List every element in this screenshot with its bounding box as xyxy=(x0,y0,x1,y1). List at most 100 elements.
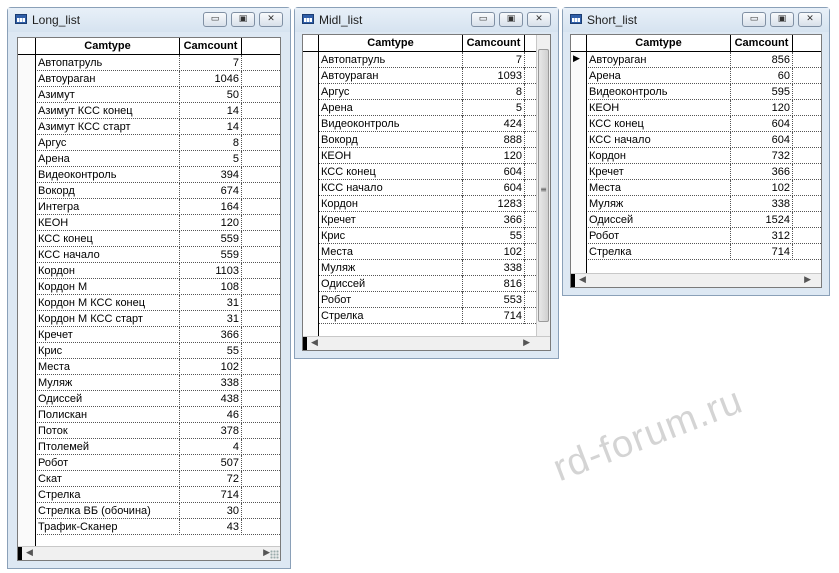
maximize-button[interactable]: ▣ xyxy=(770,12,794,27)
cell-camcount[interactable]: 55 xyxy=(463,228,525,244)
table-row[interactable]: КСС конец 604 xyxy=(303,164,550,180)
row-indicator[interactable] xyxy=(18,311,36,327)
cell-camcount[interactable]: 102 xyxy=(180,359,242,375)
row-indicator[interactable] xyxy=(571,132,587,148)
cell-camtype[interactable]: Места xyxy=(319,244,463,260)
cell-camcount[interactable]: 1524 xyxy=(731,212,793,228)
cell-camtype[interactable]: Стрелка xyxy=(587,244,731,260)
table-row[interactable]: КЕОН 120 xyxy=(303,148,550,164)
row-indicator[interactable] xyxy=(571,212,587,228)
table-row[interactable]: Места 102 xyxy=(18,359,280,375)
maximize-button[interactable]: ▣ xyxy=(231,12,255,27)
cell-camcount[interactable]: 60 xyxy=(731,68,793,84)
cell-camcount[interactable]: 1046 xyxy=(180,71,242,87)
table-row[interactable]: Аргус 8 xyxy=(303,84,550,100)
cell-camcount[interactable]: 366 xyxy=(463,212,525,228)
table-row[interactable]: Скат 72 xyxy=(18,471,280,487)
cell-camtype[interactable]: КСС начало xyxy=(36,247,180,263)
column-header-camcount[interactable]: Camcount xyxy=(731,35,793,51)
cell-camcount[interactable]: 55 xyxy=(180,343,242,359)
table-row[interactable]: Арена 5 xyxy=(18,151,280,167)
cell-camcount[interactable]: 8 xyxy=(180,135,242,151)
cell-camtype[interactable]: Одиссей xyxy=(587,212,731,228)
row-indicator[interactable] xyxy=(303,148,319,164)
row-indicator[interactable] xyxy=(303,276,319,292)
cell-camtype[interactable]: Робот xyxy=(36,455,180,471)
data-grid[interactable]: Camtype Camcount Автопатруль 7 Автоураган 1… xyxy=(17,37,281,561)
row-indicator[interactable] xyxy=(303,164,319,180)
table-row[interactable]: Кречет 366 xyxy=(303,212,550,228)
table-row[interactable]: Трафик-Сканер 43 xyxy=(18,519,280,535)
cell-camtype[interactable]: Муляж xyxy=(319,260,463,276)
table-row[interactable]: Кречет 366 xyxy=(571,164,821,180)
cell-camtype[interactable]: Муляж xyxy=(587,196,731,212)
cell-camcount[interactable]: 7 xyxy=(463,52,525,68)
row-indicator[interactable] xyxy=(303,52,319,68)
cell-camtype[interactable]: Стрелка ВБ (обочина) xyxy=(36,503,180,519)
table-row[interactable]: Видеоконтроль 424 xyxy=(303,116,550,132)
data-grid[interactable]: Camtype Camcount Автопатруль 7 Автоураган 1… xyxy=(302,34,551,351)
cell-camtype[interactable]: Кречет xyxy=(587,164,731,180)
table-row[interactable]: Поток 378 xyxy=(18,423,280,439)
cell-camtype[interactable]: Кордон xyxy=(587,148,731,164)
cell-camtype[interactable]: Кордон М xyxy=(36,279,180,295)
table-row[interactable]: Видеоконтроль 595 xyxy=(571,84,821,100)
cell-camcount[interactable]: 438 xyxy=(180,391,242,407)
cell-camcount[interactable]: 366 xyxy=(180,327,242,343)
row-indicator[interactable] xyxy=(18,327,36,343)
cell-camcount[interactable]: 559 xyxy=(180,247,242,263)
table-row[interactable]: Кордон М КСС старт 31 xyxy=(18,311,280,327)
cell-camcount[interactable]: 120 xyxy=(731,100,793,116)
cell-camtype[interactable]: Муляж xyxy=(36,375,180,391)
row-indicator[interactable] xyxy=(18,439,36,455)
cell-camtype[interactable]: Арена xyxy=(587,68,731,84)
close-button[interactable]: ✕ xyxy=(798,12,822,27)
table-row[interactable]: Муляж 338 xyxy=(18,375,280,391)
maximize-button[interactable]: ▣ xyxy=(499,12,523,27)
table-row[interactable]: КСС начало 604 xyxy=(303,180,550,196)
table-row[interactable]: КЕОН 120 xyxy=(571,100,821,116)
row-indicator[interactable] xyxy=(18,231,36,247)
window-short-list[interactable]: Short_list ▭ ▣ ✕ Camtype Camcount Автоур… xyxy=(562,7,830,296)
cell-camcount[interactable]: 30 xyxy=(180,503,242,519)
cell-camtype[interactable]: Арена xyxy=(36,151,180,167)
cell-camtype[interactable]: Аргус xyxy=(36,135,180,151)
cell-camcount[interactable]: 102 xyxy=(731,180,793,196)
cell-camtype[interactable]: Крис xyxy=(36,343,180,359)
row-indicator[interactable] xyxy=(303,228,319,244)
row-indicator[interactable] xyxy=(303,212,319,228)
cell-camtype[interactable]: Птолемей xyxy=(36,439,180,455)
table-row[interactable]: Автопатруль 7 xyxy=(18,55,280,71)
cell-camcount[interactable]: 120 xyxy=(180,215,242,231)
row-indicator[interactable] xyxy=(18,359,36,375)
cell-camtype[interactable]: КСС конец xyxy=(587,116,731,132)
row-pointer-icon[interactable] xyxy=(571,52,587,68)
table-row[interactable]: Птолемей 4 xyxy=(18,439,280,455)
row-indicator[interactable] xyxy=(18,455,36,471)
cell-camcount[interactable]: 366 xyxy=(731,164,793,180)
row-indicator[interactable] xyxy=(18,87,36,103)
cell-camcount[interactable]: 1283 xyxy=(463,196,525,212)
cell-camcount[interactable]: 378 xyxy=(180,423,242,439)
table-row[interactable]: Кордон 1103 xyxy=(18,263,280,279)
cell-camtype[interactable]: КСС конец xyxy=(36,231,180,247)
cell-camcount[interactable]: 714 xyxy=(180,487,242,503)
table-row[interactable]: КЕОН 120 xyxy=(18,215,280,231)
cell-camtype[interactable]: Кречет xyxy=(36,327,180,343)
cell-camtype[interactable]: Интегра xyxy=(36,199,180,215)
column-header-camcount[interactable]: Camcount xyxy=(463,35,525,51)
cell-camcount[interactable]: 595 xyxy=(731,84,793,100)
row-indicator[interactable] xyxy=(18,135,36,151)
table-row[interactable]: Одиссей 816 xyxy=(303,276,550,292)
cell-camtype[interactable]: Крис xyxy=(319,228,463,244)
row-indicator[interactable] xyxy=(303,260,319,276)
cell-camtype[interactable]: Одиссей xyxy=(36,391,180,407)
table-row[interactable]: Вокорд 888 xyxy=(303,132,550,148)
row-indicator[interactable] xyxy=(303,116,319,132)
cell-camtype[interactable]: Кордон xyxy=(319,196,463,212)
cell-camcount[interactable]: 31 xyxy=(180,311,242,327)
row-indicator[interactable] xyxy=(18,519,36,535)
cell-camcount[interactable]: 338 xyxy=(180,375,242,391)
cell-camcount[interactable]: 14 xyxy=(180,103,242,119)
row-indicator[interactable] xyxy=(571,196,587,212)
